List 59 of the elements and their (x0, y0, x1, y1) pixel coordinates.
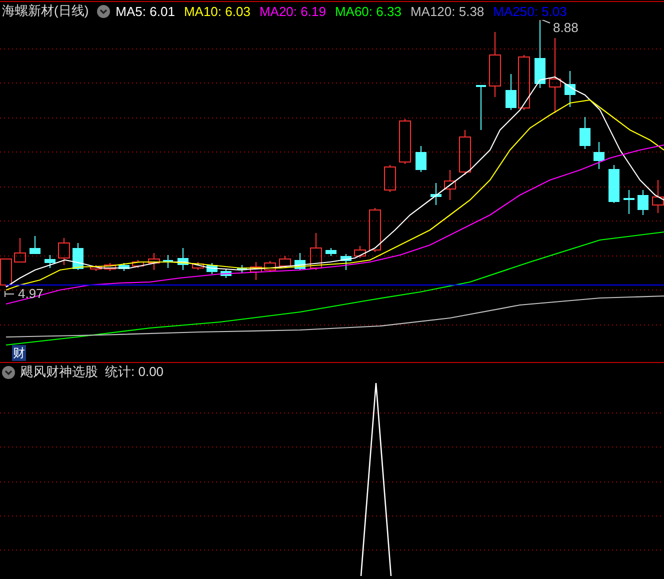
low-price-label: 4.97 (18, 286, 44, 301)
moving-average-value: MA20: 6.19 (259, 4, 326, 18)
candlestick (580, 116, 590, 150)
candlestick (250, 262, 262, 280)
moving-average-value: MA250: 5.03 (493, 4, 567, 18)
candlestick (489, 32, 501, 98)
candlestick (476, 85, 486, 130)
candlestick (384, 164, 396, 192)
moving-average-value: MA10: 6.03 (184, 4, 250, 18)
moving-average-value: MA120: 5.38 (410, 4, 484, 18)
candlestick (220, 268, 232, 278)
candlestick (90, 264, 102, 272)
candlestick (132, 260, 144, 268)
candlestick (652, 180, 664, 214)
candlestick (58, 238, 70, 266)
candlestick (340, 254, 352, 270)
candlestick (104, 262, 116, 272)
candlestick (206, 262, 218, 274)
chart-title: 海螺新材(日线) (2, 2, 89, 20)
candlestick (608, 164, 620, 204)
leader-line (4, 290, 14, 298)
candlestick (354, 246, 366, 258)
leader-line (540, 20, 550, 24)
candlestick (594, 142, 604, 170)
candlestick (148, 252, 160, 270)
candlestick (178, 248, 188, 270)
candlestick (534, 22, 546, 88)
candlestick (624, 190, 634, 214)
chevron-down-icon[interactable] (96, 4, 110, 18)
candlestick (192, 262, 204, 270)
candlestick (459, 130, 471, 176)
candlestick (279, 256, 291, 268)
candlestick (310, 232, 322, 270)
statistic-value: 统计: 0.00 (105, 363, 164, 381)
high-price-label: 8.88 (553, 20, 578, 35)
candlestick (399, 118, 411, 164)
candlestick (416, 146, 426, 172)
candlestick (638, 190, 648, 216)
candlestick (0, 258, 12, 288)
indicator-title: 飓风财神选股 (20, 363, 98, 381)
candlestick (30, 236, 40, 254)
candlestick (326, 248, 336, 256)
candlestick (44, 254, 56, 268)
chevron-down-icon[interactable] (2, 366, 15, 378)
candlestick (444, 170, 456, 200)
candlestick (14, 238, 26, 262)
candlestick (369, 208, 381, 252)
candlestick (564, 70, 576, 108)
candlestick (264, 260, 276, 272)
candlestick (163, 254, 173, 268)
candlestick (237, 264, 247, 274)
candlestick (430, 182, 442, 206)
moving-average-value: MA5: 6.01 (116, 4, 175, 18)
candlestick (294, 252, 306, 270)
finance-badge[interactable]: 财 (12, 345, 26, 361)
candlestick (118, 262, 130, 272)
candlestick (518, 54, 530, 110)
moving-average-value: MA60: 6.33 (334, 4, 402, 18)
candlestick (506, 74, 516, 110)
